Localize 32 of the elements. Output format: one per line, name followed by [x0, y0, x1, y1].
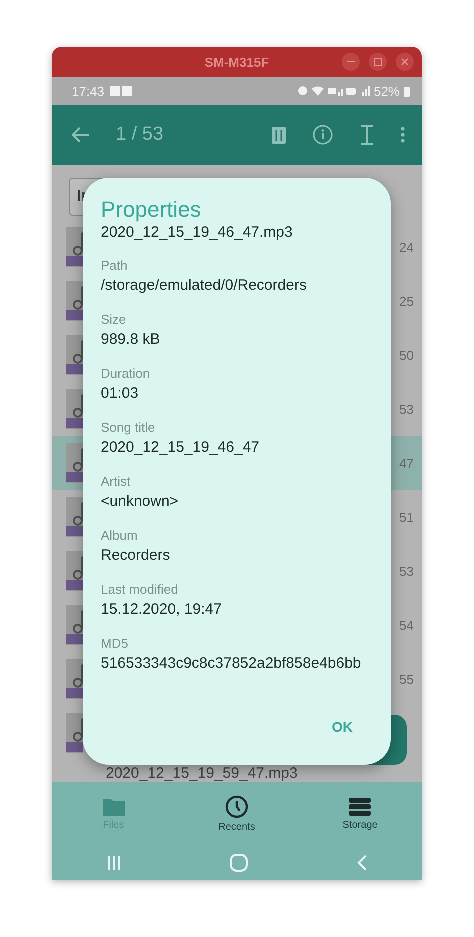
file-time: 25: [400, 294, 414, 308]
property-value: 01:03: [101, 384, 140, 403]
property-value: 15.12.2020, 19:47: [101, 600, 223, 619]
property-value: 989.8 kB: [101, 330, 162, 349]
property-label: Album: [101, 528, 139, 543]
file-time: 55: [400, 672, 414, 686]
property-label: Duration: [101, 366, 152, 381]
property-value: 516533343c9c8c37852a2bf858e4b6bb: [101, 654, 362, 673]
window-title: SM-M315F: [204, 54, 270, 70]
dialog-title: Properties: [101, 198, 202, 222]
file-time: 53: [400, 402, 414, 416]
property-label: Path: [101, 258, 129, 273]
file-time: 24: [400, 240, 414, 254]
file-time: 47: [400, 456, 414, 470]
clock-time: 17:43: [72, 84, 105, 98]
property-value: 2020_12_15_19_46_47: [101, 438, 261, 457]
property-label: Song title: [101, 420, 156, 435]
property-value: /storage/emulated/0/Recorders: [101, 276, 308, 295]
property-value: Recorders: [101, 546, 172, 565]
battery-level: 52%: [374, 84, 400, 98]
property-label: Size: [101, 312, 128, 327]
property-label: Last modified: [101, 582, 180, 597]
file-name: 2020_12_15_19_46_47.mp3: [101, 224, 294, 241]
file-time: 51: [400, 510, 414, 524]
file-time: 53: [400, 564, 414, 578]
file-time: 54: [400, 618, 414, 632]
page-counter: 1 / 53: [116, 124, 164, 146]
file-time: 50: [400, 348, 414, 362]
property-label: Artist: [101, 474, 132, 489]
property-label: MD5: [101, 636, 130, 651]
property-value: <unknown>: [101, 492, 180, 511]
file-name: 2020_12_15_19_59_47.mp3: [105, 765, 299, 782]
